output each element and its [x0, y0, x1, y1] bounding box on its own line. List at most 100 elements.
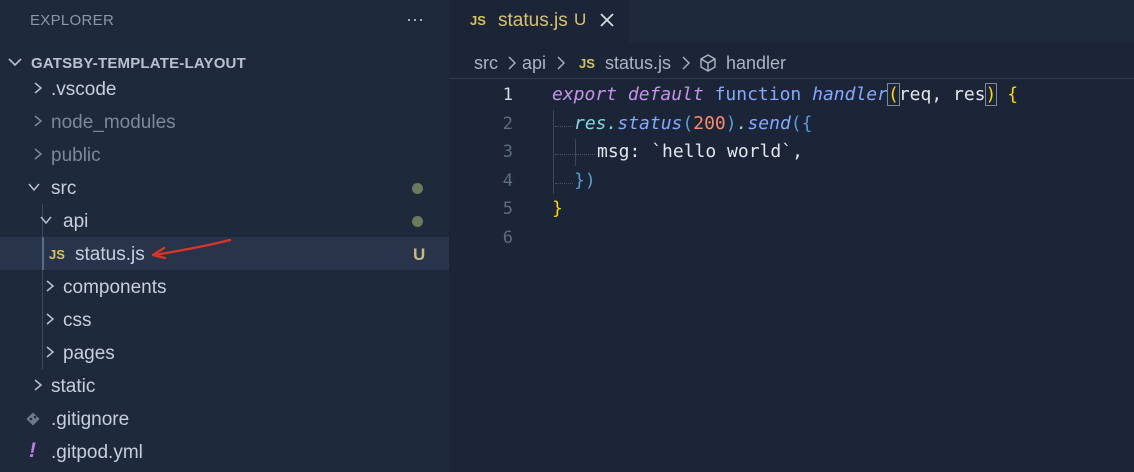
- chevron-right-icon: [46, 346, 55, 358]
- tree-item-label: pages: [63, 343, 115, 364]
- chevron-right-icon: [46, 280, 55, 292]
- project-name: GATSBY-TEMPLATE-LAYOUT: [31, 55, 246, 72]
- more-actions-button[interactable]: ···: [402, 6, 428, 32]
- js-file-icon: JS: [470, 13, 486, 28]
- chevron-right-icon: [34, 82, 43, 94]
- paren-open: (: [682, 113, 694, 134]
- tree-item-label: status.js: [75, 244, 145, 265]
- code-line-4[interactable]: }): [574, 170, 596, 191]
- tree-item-node-modules[interactable]: node_modules: [0, 105, 449, 138]
- keyword-export: export: [552, 84, 618, 105]
- paren-close: ): [984, 83, 998, 106]
- tree-item-label: css: [63, 310, 92, 331]
- chevron-right-icon: [508, 56, 516, 70]
- js-file-icon: JS: [49, 247, 65, 262]
- brace-close: }: [574, 170, 585, 191]
- tab-untracked-badge: U: [574, 10, 587, 29]
- code-line-1[interactable]: export default function handler(req, res…: [552, 83, 1019, 106]
- tree-item-src[interactable]: src: [0, 171, 449, 204]
- tree-item-label: .vscode: [51, 79, 117, 100]
- identifier-res: res: [574, 113, 607, 134]
- js-file-icon: JS: [579, 56, 595, 71]
- code-line-2[interactable]: res.status(200).send({: [574, 113, 812, 134]
- code-line-5[interactable]: }: [552, 198, 563, 219]
- tree-item-static[interactable]: static: [0, 369, 449, 402]
- tree-item-css[interactable]: css: [0, 303, 449, 336]
- chevron-right-icon: [34, 148, 43, 160]
- symbol-method-icon: [700, 54, 716, 72]
- line-number: 4: [502, 171, 513, 191]
- whitespace-marker: [555, 183, 573, 185]
- paren-open: (: [886, 83, 900, 106]
- indent-guide-active: [42, 237, 44, 270]
- tab-title: status.js: [498, 10, 568, 31]
- tree-item-public[interactable]: public: [0, 138, 449, 171]
- breadcrumb: src api JS status.js handler: [449, 50, 1134, 79]
- explorer-header: EXPLORER ···: [0, 0, 449, 42]
- breadcrumb-item-src[interactable]: src: [474, 53, 498, 74]
- chevron-down-icon: [8, 58, 22, 67]
- keyword-function: function: [714, 84, 802, 105]
- method-status: status: [617, 113, 683, 134]
- tree-item-api[interactable]: api: [0, 204, 449, 237]
- explorer-sidebar: EXPLORER ··· GATSBY-TEMPLATE-LAYOUT .vsc…: [0, 0, 449, 472]
- explorer-title: EXPLORER: [30, 12, 115, 29]
- tree-item-label: src: [51, 178, 77, 199]
- indent-guide: [553, 110, 554, 194]
- tree-item-gitignore[interactable]: .gitignore: [0, 402, 449, 435]
- chevron-down-icon: [28, 183, 40, 192]
- tree-item-gitpod-yml[interactable]: ! .gitpod.yml: [0, 435, 449, 468]
- dot: .: [736, 113, 748, 134]
- method-send: send: [747, 113, 791, 134]
- paren-close: ): [584, 170, 596, 191]
- function-name: handler: [812, 84, 888, 105]
- brace-open: {: [801, 113, 813, 134]
- chevron-down-icon: [40, 216, 52, 225]
- tree-item-label: components: [63, 277, 167, 298]
- tab-status-js[interactable]: JS status.js U: [449, 0, 629, 42]
- line-number: 6: [502, 228, 513, 248]
- property-msg: msg:: [597, 141, 652, 162]
- tree-item-label: static: [51, 376, 96, 397]
- untracked-badge: U: [413, 245, 426, 264]
- keyword-default: default: [627, 84, 704, 105]
- yaml-file-icon: !: [29, 439, 36, 462]
- tree-item-pages[interactable]: pages: [0, 336, 449, 369]
- chevron-right-icon: [34, 379, 43, 391]
- comma: ,: [792, 141, 803, 162]
- number-literal: 200: [693, 113, 726, 134]
- line-number: 1: [502, 85, 513, 105]
- chevron-right-icon: [34, 115, 43, 127]
- brace-close: }: [552, 198, 563, 219]
- breadcrumb-item-symbol[interactable]: handler: [726, 53, 786, 74]
- line-number: 2: [502, 114, 513, 134]
- close-icon[interactable]: [597, 10, 617, 30]
- breadcrumb-item-api[interactable]: api: [522, 53, 546, 74]
- git-file-icon: [26, 412, 40, 426]
- tab-bar: JS status.js U: [449, 0, 1134, 42]
- paren-close: ): [725, 113, 737, 134]
- modified-indicator: [412, 183, 423, 194]
- whitespace-marker: [555, 126, 573, 128]
- annotation-arrow-icon: [151, 238, 232, 260]
- chevron-right-icon: [682, 56, 690, 70]
- paren-open: (: [790, 113, 802, 134]
- string-literal: `hello world`: [651, 141, 793, 162]
- tree-item-label: api: [63, 211, 89, 232]
- code-line-3[interactable]: msg: `hello world`,: [597, 141, 803, 162]
- chevron-right-icon: [557, 56, 565, 70]
- line-number: 3: [502, 142, 513, 162]
- breadcrumb-item-file[interactable]: status.js: [605, 53, 671, 74]
- tree-item-components[interactable]: components: [0, 270, 449, 303]
- brace-open: {: [1007, 84, 1019, 105]
- tree-item-vscode[interactable]: .vscode: [0, 72, 449, 105]
- line-number: 5: [502, 199, 513, 219]
- tree-item-label: .gitignore: [51, 409, 130, 430]
- tree-item-label: .gitpod.yml: [51, 442, 143, 463]
- params: req, res: [898, 84, 986, 105]
- whitespace-marker: [555, 154, 595, 156]
- chevron-right-icon: [46, 313, 55, 325]
- modified-indicator: [412, 216, 423, 227]
- tree-item-label: node_modules: [51, 112, 176, 133]
- tree-item-label: public: [51, 145, 101, 166]
